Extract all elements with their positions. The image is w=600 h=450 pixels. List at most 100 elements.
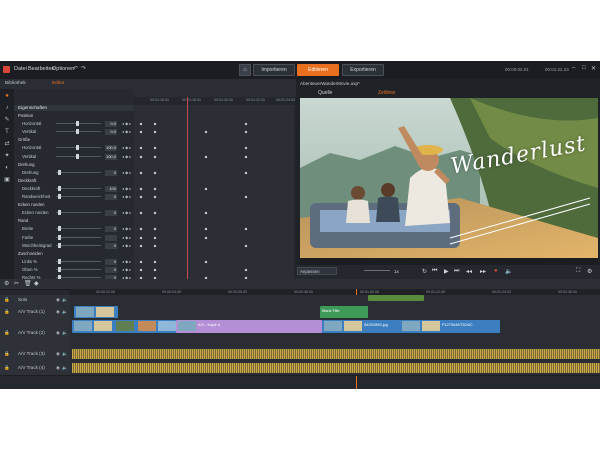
property-slider[interactable] — [56, 242, 101, 248]
property-label[interactable]: Größe — [18, 136, 30, 144]
speaker-icon[interactable]: 🔈 — [62, 297, 68, 303]
video-clip[interactable] — [74, 306, 118, 318]
brush-icon[interactable]: ✎ — [4, 117, 10, 123]
keyframe-nav-icon[interactable]: ◂ ◆ ▸ — [122, 209, 131, 217]
eye-icon[interactable]: ◉ — [56, 297, 60, 303]
keyframe-nav-icon[interactable]: ◂ ◆ ▸ — [122, 266, 131, 274]
volume-icon[interactable]: 🔈 — [505, 268, 512, 275]
slider-knob[interactable] — [58, 169, 61, 175]
slider-knob[interactable] — [58, 258, 61, 264]
property-value-field[interactable]: 0 — [105, 258, 117, 265]
property-slider[interactable] — [56, 258, 101, 264]
property-value-field[interactable]: 0 — [105, 210, 117, 217]
eye-icon[interactable]: ◉ — [56, 309, 60, 315]
zoom-slider[interactable] — [364, 270, 390, 271]
eye-icon[interactable]: ◉ — [56, 351, 60, 357]
play-icon[interactable]: ▶ — [444, 268, 449, 275]
keyframe-nav-icon[interactable]: ◂ ◆ ▸ — [122, 120, 131, 128]
preview-video[interactable]: Wanderlust — [300, 98, 598, 258]
property-value-field[interactable]: 0 — [105, 169, 117, 176]
export-button[interactable]: Exportieren — [342, 64, 384, 76]
tab-editor[interactable]: Editor — [52, 81, 65, 86]
color-icon[interactable]: ◐ — [4, 165, 10, 171]
property-label[interactable]: Deckkraft — [18, 177, 36, 185]
lock-icon[interactable]: 🔒 — [4, 365, 10, 371]
keyframe-nav-icon[interactable]: ◂ ◆ ▸ — [122, 128, 131, 136]
media-icon[interactable]: ● — [4, 93, 10, 99]
minimize-icon[interactable]: – — [572, 65, 575, 71]
property-value-field[interactable]: 100 — [105, 185, 117, 192]
title-clip[interactable]: Blank Title — [320, 306, 368, 318]
property-slider[interactable] — [56, 121, 101, 127]
property-slider[interactable] — [56, 194, 101, 199]
keyframe-nav-icon[interactable]: ◂ ◆ ▸ — [122, 258, 131, 266]
video-clip[interactable]: P1275049/7524/C — [400, 320, 500, 333]
keyframe-nav-icon[interactable]: ◂ ◆ ▸ — [122, 242, 131, 250]
property-slider[interactable] — [56, 145, 101, 151]
property-slider[interactable] — [56, 234, 101, 240]
track-header[interactable]: A/V Track (3) 🔒 ◉ 🔈 — [0, 347, 70, 362]
lock-icon[interactable]: 🔒 — [4, 330, 10, 336]
rewind-icon[interactable]: ◂◂ — [466, 268, 472, 275]
property-value-field[interactable]: 0 — [105, 242, 117, 249]
speaker-icon[interactable]: 🔈 — [62, 365, 68, 371]
slider-knob[interactable] — [58, 226, 61, 232]
speaker-icon[interactable]: 🔈 — [62, 330, 68, 336]
keyframe-nav-icon[interactable]: ◂ ◆ ▸ — [122, 169, 131, 177]
keyframe-nav-icon[interactable]: ◂ ◆ ▸ — [122, 234, 131, 242]
record-icon[interactable]: ● — [494, 268, 498, 274]
property-label[interactable]: Zuschneiden — [18, 250, 43, 258]
slider-knob[interactable] — [58, 194, 61, 199]
fit-select[interactable]: Anpassen — [297, 267, 337, 275]
slider-knob[interactable] — [76, 153, 79, 159]
lock-icon[interactable]: 🔒 — [4, 297, 10, 303]
slider-knob[interactable] — [76, 129, 79, 135]
property-value-field[interactable]: 100,0 — [105, 145, 117, 152]
property-slider[interactable] — [56, 153, 101, 159]
fullscreen-icon[interactable]: ⛶ — [576, 268, 580, 275]
eye-icon[interactable]: ◉ — [56, 365, 60, 371]
property-value-field[interactable]: 0 — [105, 226, 117, 233]
fast-forward-icon[interactable]: ▸▸ — [480, 268, 486, 275]
lock-icon[interactable]: 🔒 — [4, 309, 10, 315]
property-label[interactable]: Ecken runden — [18, 201, 45, 209]
property-label[interactable]: Rand — [18, 217, 28, 225]
slider-knob[interactable] — [76, 121, 79, 127]
speaker-icon[interactable]: 🔈 — [62, 351, 68, 357]
property-label[interactable]: Position — [18, 112, 33, 120]
property-slider[interactable] — [56, 129, 101, 135]
keyframe-nav-icon[interactable]: ◂ ◆ ▸ — [122, 144, 131, 152]
keyframe-nav-icon[interactable]: ◂ ◆ ▸ — [122, 225, 131, 233]
timeline-settings-icon[interactable]: ⚙ — [4, 280, 9, 287]
slider-knob[interactable] — [76, 145, 79, 151]
menu-bearbeiten[interactable]: Bearbeiten — [28, 66, 55, 72]
property-slider[interactable] — [56, 169, 101, 175]
property-slider[interactable] — [56, 226, 101, 232]
montage-icon[interactable]: ▣ — [4, 177, 10, 183]
tab-timeline[interactable]: Zeitlinie — [378, 90, 395, 96]
property-value-field[interactable]: 100,0 — [105, 153, 117, 160]
track-header[interactable]: A/V Track (4) 🔒 ◉ 🔈 — [0, 361, 70, 376]
property-value-field[interactable]: 0 — [105, 194, 117, 200]
keyframe-nav-icon[interactable]: ◂ ◆ ▸ — [122, 185, 131, 193]
property-value-field[interactable]: 0,0 — [105, 121, 117, 128]
text-icon[interactable]: T — [4, 129, 10, 135]
tab-source[interactable]: Quelle — [318, 90, 332, 96]
scissors-icon[interactable]: ✂ — [14, 280, 19, 287]
settings-icon[interactable]: ⚙ — [587, 268, 592, 275]
edit-button[interactable]: Editieren — [297, 64, 339, 76]
close-icon[interactable]: ✕ — [591, 65, 596, 72]
track-header[interactable]: A/V Track (2) 🔒 ◉ 🔈 — [0, 319, 70, 348]
speed-label[interactable]: 1x — [394, 269, 399, 274]
music-icon[interactable]: ♪ — [4, 105, 10, 111]
audio-level-clip[interactable] — [368, 295, 424, 301]
keyframe-nav-icon[interactable]: ◂ ◆ ▸ — [122, 193, 131, 201]
video-clip[interactable] — [72, 320, 176, 333]
menu-optionen[interactable]: Optionen — [52, 66, 74, 72]
audio-clip[interactable] — [72, 349, 600, 359]
marker-icon[interactable]: ◆ — [34, 280, 39, 287]
loop-icon[interactable]: ↻ — [422, 268, 427, 275]
keyframe-nav-icon[interactable]: ◂ ◆ ▸ — [122, 153, 131, 161]
track-header[interactable]: A/V Track (1) 🔒 ◉ 🔈 — [0, 305, 70, 320]
trash-icon[interactable]: 🗑 — [24, 280, 32, 287]
